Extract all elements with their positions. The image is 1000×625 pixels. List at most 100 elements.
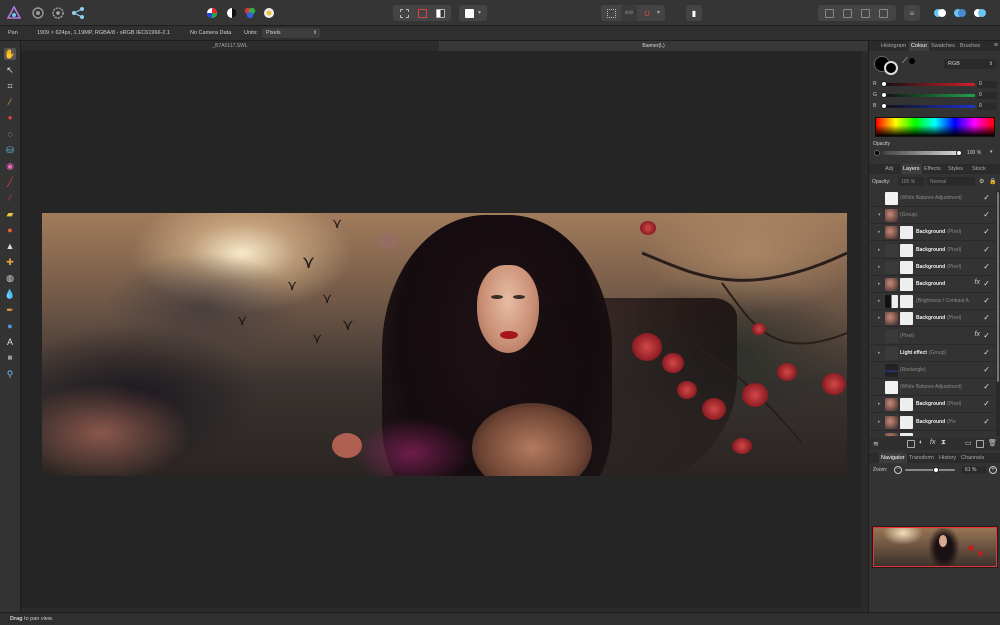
add-layer-icon[interactable] — [976, 440, 984, 448]
red-eye-icon[interactable]: ◍ — [4, 272, 16, 284]
zoom-value-field[interactable]: 61 % — [962, 466, 986, 474]
layer-row[interactable]: ▸ Background(Pixel) ✓ — [869, 310, 996, 328]
colour-model-dropdown[interactable]: RGB ⇕ — [944, 59, 996, 69]
chevron-down-icon[interactable]: ▾ — [990, 149, 993, 155]
color-replacement-icon[interactable]: ⁄ — [4, 192, 16, 204]
eyedropper-icon[interactable]: ⟋ — [902, 56, 908, 66]
visibility-check-icon[interactable]: ✓ — [983, 417, 990, 426]
layer-row[interactable]: (Pixel) fx ✓ — [869, 328, 996, 345]
zoom-slider[interactable] — [905, 469, 955, 471]
assistant-icon[interactable]: ▮ — [686, 5, 702, 21]
text-tool-icon[interactable]: A — [4, 336, 16, 348]
auto-colours-icon[interactable] — [242, 5, 258, 21]
tab-transform[interactable]: Transform — [909, 453, 934, 463]
gradient-icon[interactable]: ◉ — [4, 160, 16, 172]
canvas-area[interactable]: ⋎ ⋎ ⋎ ⋎ ⋎ ⋎ ⋎ — [21, 51, 861, 608]
deselect-icon[interactable] — [414, 5, 430, 21]
tab-document-2[interactable]: Banner(L) — [439, 41, 868, 51]
opacity-value[interactable]: 100 % — [967, 150, 981, 156]
dodge-icon[interactable]: ● — [4, 224, 16, 236]
invert-selection-icon[interactable] — [432, 5, 448, 21]
blur-icon[interactable]: 💧 — [4, 288, 16, 300]
healing-icon[interactable]: ✚ — [4, 256, 16, 268]
units-dropdown[interactable]: Pixels ⇕ — [262, 28, 320, 38]
layer-row[interactable]: ▸ (Brightness / Contrast A ✓ — [869, 293, 996, 311]
layer-row[interactable]: ▸ Background(Pixel) ✓ — [869, 242, 996, 259]
chevron-right-icon[interactable]: ▸ — [878, 350, 881, 356]
auto-contrast-icon[interactable] — [224, 5, 240, 21]
tab-channels[interactable]: Channels — [961, 453, 984, 463]
paint-brush-icon[interactable]: ╱ — [4, 176, 16, 188]
tab-navigator[interactable]: Navigator — [879, 453, 907, 463]
opacity-slider-knob[interactable] — [956, 150, 962, 156]
chevron-right-icon[interactable]: ▸ — [878, 298, 881, 304]
chevron-right-icon[interactable]: ▸ — [878, 401, 881, 407]
move-front-icon[interactable] — [875, 5, 891, 21]
fx-icon[interactable]: fx — [930, 439, 935, 446]
erase-brush-icon[interactable]: ▰ — [4, 208, 16, 220]
channel-slider-knob[interactable] — [881, 81, 887, 87]
auto-white-balance-icon[interactable] — [261, 5, 277, 21]
visibility-check-icon[interactable]: ✓ — [983, 365, 990, 374]
zoom-out-icon[interactable]: − — [894, 466, 902, 474]
tab-layers[interactable]: Layers — [901, 164, 922, 174]
chevron-right-icon[interactable]: ▸ — [878, 419, 881, 425]
layers-scrollbar[interactable] — [996, 190, 1000, 436]
tab-brushes[interactable]: Brushes — [960, 41, 980, 51]
chevron-right-icon[interactable]: ▸ — [878, 229, 881, 235]
secondary-colour-well[interactable] — [884, 61, 898, 75]
boolean-add-icon[interactable] — [932, 5, 948, 21]
channel-slider-b[interactable] — [883, 105, 975, 108]
fx-icon[interactable]: fx — [975, 331, 980, 338]
chevron-down-icon[interactable]: ▾ — [657, 9, 660, 16]
navigator-preview[interactable] — [872, 526, 998, 568]
layer-row[interactable]: ▸ Background(Pixel) ✓ — [869, 224, 996, 242]
hand-icon[interactable]: ✋ — [4, 48, 16, 60]
visibility-check-icon[interactable]: ✓ — [983, 348, 990, 357]
tab-swatches[interactable]: Swatches — [931, 41, 955, 51]
layers-scroll-thumb[interactable] — [997, 192, 999, 382]
chevron-right-icon[interactable]: ▸ — [878, 281, 881, 287]
grid-icon[interactable] — [603, 5, 619, 21]
pen-icon[interactable]: ✒ — [4, 304, 16, 316]
visibility-check-icon[interactable]: ✓ — [983, 382, 990, 391]
layer-row[interactable]: (Rectangle) ✓ — [869, 362, 996, 379]
boolean-subtract-icon[interactable] — [952, 5, 968, 21]
adjustment-icon[interactable]: ◐ — [919, 439, 923, 446]
layer-row[interactable]: ▸ Background(Pixel) ✓ — [869, 259, 996, 276]
layer-row[interactable]: (White Balance Adjustment) ✓ — [869, 379, 996, 397]
tab-document-1[interactable]: _B7A0117.SWL — [21, 41, 439, 51]
zoom-tool-icon[interactable]: ⚲ — [4, 368, 16, 380]
snapping-icon[interactable]: ⊙⊙ — [621, 5, 637, 21]
liquify-persona-icon[interactable] — [30, 5, 46, 21]
quick-mask-group[interactable]: ▾ — [459, 5, 487, 21]
crop-tool-icon[interactable]: ⌗ — [4, 80, 16, 92]
opacity-slider[interactable] — [883, 151, 961, 155]
lock-icon[interactable]: 🔒 — [989, 178, 996, 185]
chevron-down-icon[interactable]: ▾ — [478, 9, 481, 16]
visibility-check-icon[interactable]: ✓ — [983, 279, 990, 288]
move-back-icon[interactable] — [821, 5, 837, 21]
add-mask-icon[interactable] — [907, 440, 915, 448]
layer-opacity-field[interactable]: 100 % — [898, 177, 924, 186]
fx-icon[interactable]: fx — [975, 279, 980, 286]
channel-value-r[interactable]: 0 — [977, 81, 997, 88]
shape-icon[interactable]: ● — [4, 320, 16, 332]
visibility-check-icon[interactable]: ✓ — [983, 227, 990, 236]
layer-row[interactable]: ▾ (Group) ✓ — [869, 207, 996, 225]
selection-brush-icon[interactable]: ⁄ — [4, 96, 16, 108]
layer-row[interactable]: ▸ Background (Pix ✓ — [869, 414, 996, 431]
tab-colour[interactable]: Colour — [909, 41, 930, 51]
channel-slider-g[interactable] — [883, 94, 975, 97]
view-tool-icon[interactable]: ▦ — [4, 352, 16, 364]
chevron-right-icon[interactable]: ▸ — [878, 264, 881, 270]
flood-select-icon[interactable]: ✦ — [4, 112, 16, 124]
channel-slider-knob[interactable] — [881, 92, 887, 98]
auto-levels-icon[interactable] — [204, 5, 220, 21]
live-filter-icon[interactable]: ⧗ — [941, 439, 946, 447]
channel-slider-r[interactable] — [883, 83, 975, 86]
flood-fill-icon[interactable]: ⛁ — [4, 144, 16, 156]
chevron-down-icon[interactable]: ▾ — [878, 212, 881, 218]
visibility-check-icon[interactable]: ✓ — [983, 296, 990, 305]
visibility-check-icon[interactable]: ✓ — [983, 262, 990, 271]
